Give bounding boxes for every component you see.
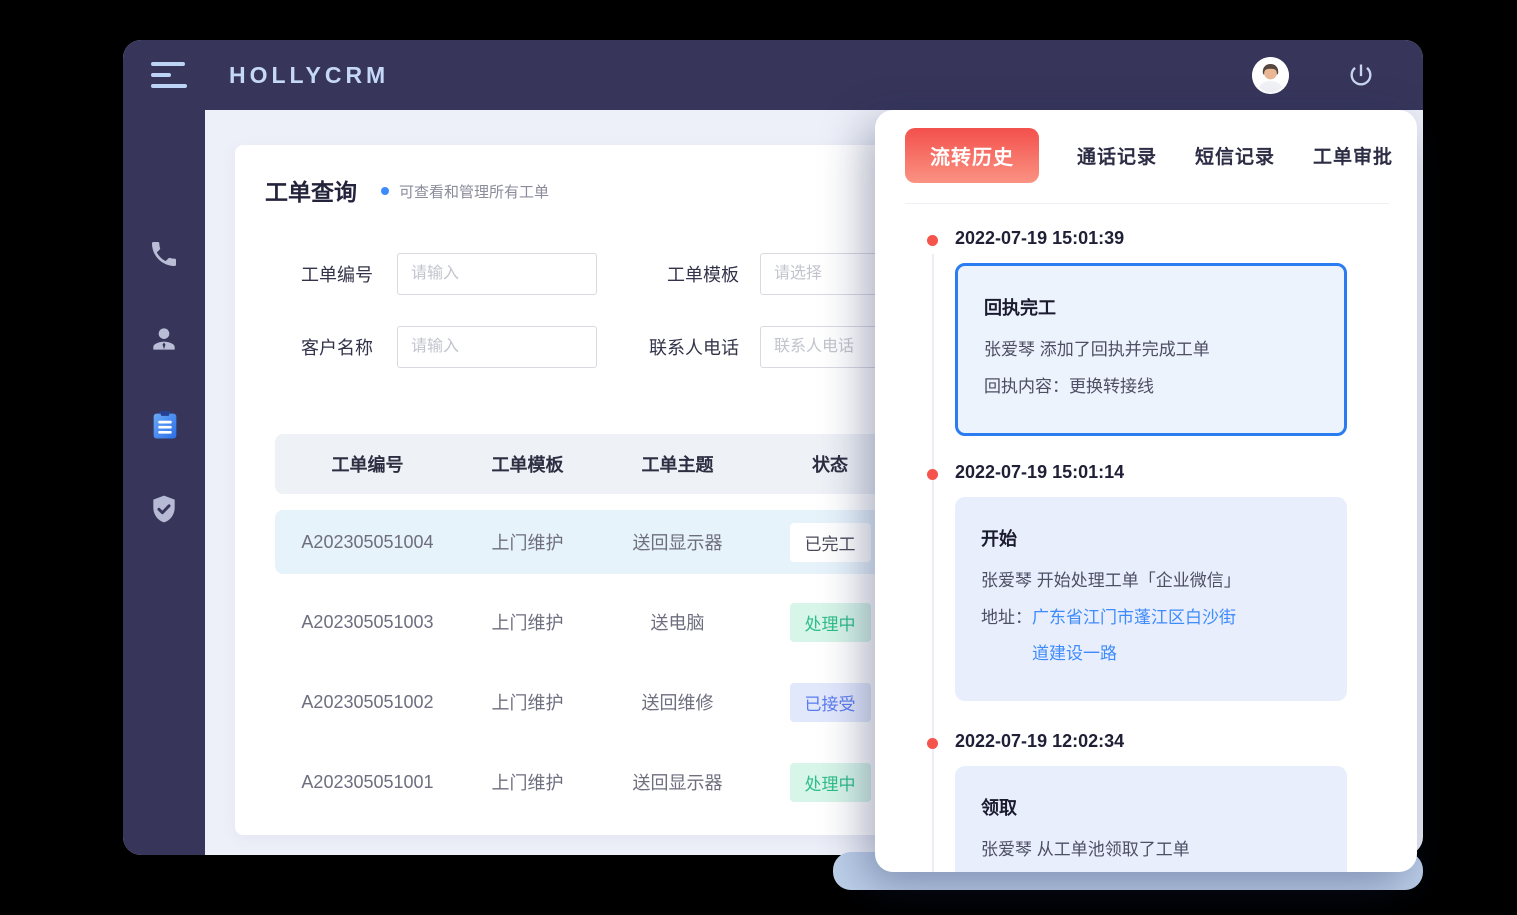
sidebar-item-work-orders[interactable] — [148, 408, 180, 440]
sidebar-item-security[interactable] — [148, 493, 180, 525]
detail-panel: 流转历史 通话记录 短信记录 工单审批 2022-07-19 15:01:39 … — [875, 110, 1417, 872]
tab-order-approval[interactable]: 工单审批 — [1313, 142, 1393, 169]
sidebar — [123, 110, 205, 855]
app-logo: HOLLYCRM — [229, 62, 389, 89]
customer-name-input[interactable] — [397, 326, 597, 368]
menu-icon[interactable] — [151, 55, 189, 95]
sidebar-item-phone[interactable] — [148, 238, 180, 270]
cell-subject: 送电脑 — [595, 609, 760, 635]
sidebar-item-customers[interactable] — [148, 323, 180, 355]
panel-tabs: 流转历史 通话记录 短信记录 工单审批 — [875, 110, 1417, 183]
timeline: 2022-07-19 15:01:39 回执完工 张爱琴 添加了回执并完成工单 … — [875, 204, 1417, 872]
timeline-timestamp: 2022-07-19 12:02:34 — [955, 731, 1381, 752]
cell-order-id: A202305051001 — [275, 772, 460, 793]
filter-label: 客户名称 — [283, 334, 373, 360]
timeline-card-text: 回执内容：更换转接线 — [984, 369, 1318, 406]
timeline-card-text: 张爱琴 添加了回执并完成工单 — [984, 332, 1318, 369]
filter-customer-name: 客户名称 — [283, 326, 597, 368]
order-id-input[interactable] — [397, 253, 597, 295]
timeline-entry: 2022-07-19 15:01:39 回执完工 张爱琴 添加了回执并完成工单 … — [955, 228, 1381, 436]
filter-order-id: 工单编号 — [283, 253, 597, 295]
subtitle-dot-icon — [381, 187, 389, 195]
timeline-card-title: 回执完工 — [984, 294, 1318, 320]
timeline-card-text: 张爱琴 开始处理工单「企业微信」 — [981, 563, 1321, 600]
status-badge: 已完工 — [790, 523, 871, 562]
timeline-line — [932, 254, 934, 872]
phone-icon — [148, 238, 180, 270]
timeline-card-title: 领取 — [981, 794, 1321, 820]
app-header: HOLLYCRM — [123, 40, 1423, 110]
timeline-dot-icon — [927, 469, 938, 480]
filter-label: 工单模板 — [647, 261, 739, 287]
shield-check-icon — [148, 493, 180, 525]
user-icon — [148, 323, 180, 355]
filter-label: 联系人电话 — [647, 334, 739, 360]
power-icon[interactable] — [1347, 61, 1375, 89]
timeline-card-completed[interactable]: 回执完工 张爱琴 添加了回执并完成工单 回执内容：更换转接线 — [955, 263, 1347, 436]
col-header-template: 工单模板 — [460, 451, 595, 477]
tab-circulation-history[interactable]: 流转历史 — [905, 128, 1039, 183]
timeline-entry: 2022-07-19 15:01:14 开始 张爱琴 开始处理工单「企业微信」 … — [955, 462, 1381, 701]
cell-subject: 送回显示器 — [595, 769, 760, 795]
cell-template: 上门维护 — [460, 529, 595, 555]
timeline-entry: 2022-07-19 12:02:34 领取 张爱琴 从工单池领取了工单 — [955, 731, 1381, 872]
page-title: 工单查询 — [265, 173, 357, 207]
status-badge: 处理中 — [790, 763, 871, 802]
cell-template: 上门维护 — [460, 609, 595, 635]
address-label: 地址： — [981, 600, 1032, 673]
tab-call-records[interactable]: 通话记录 — [1077, 142, 1157, 169]
cell-order-id: A202305051003 — [275, 612, 460, 633]
col-header-order-id: 工单编号 — [275, 451, 460, 477]
cell-subject: 送回维修 — [595, 689, 760, 715]
screenshot-stage: HOLLYCRM — [0, 0, 1517, 915]
tab-sms-records[interactable]: 短信记录 — [1195, 142, 1275, 169]
col-header-subject: 工单主题 — [595, 451, 760, 477]
status-badge: 已接受 — [790, 683, 871, 722]
clipboard-icon — [148, 408, 182, 442]
timeline-timestamp: 2022-07-19 15:01:39 — [955, 228, 1381, 249]
cell-template: 上门维护 — [460, 769, 595, 795]
cell-order-id: A202305051002 — [275, 692, 460, 713]
timeline-card-claimed[interactable]: 领取 张爱琴 从工单池领取了工单 — [955, 766, 1347, 872]
page-subtitle: 可查看和管理所有工单 — [399, 181, 549, 202]
cell-template: 上门维护 — [460, 689, 595, 715]
status-badge: 处理中 — [790, 603, 871, 642]
timeline-card-title: 开始 — [981, 525, 1321, 551]
address-link[interactable]: 广东省江门市蓬江区白沙街道建设一路 — [1032, 600, 1244, 673]
cell-subject: 送回显示器 — [595, 529, 760, 555]
cell-order-id: A202305051004 — [275, 532, 460, 553]
timeline-dot-icon — [927, 235, 938, 246]
filter-label: 工单编号 — [283, 261, 373, 287]
timeline-card-text: 张爱琴 从工单池领取了工单 — [981, 832, 1321, 869]
user-avatar[interactable] — [1252, 57, 1289, 94]
timeline-card-start[interactable]: 开始 张爱琴 开始处理工单「企业微信」 地址： 广东省江门市蓬江区白沙街道建设一… — [955, 497, 1347, 701]
timeline-timestamp: 2022-07-19 15:01:14 — [955, 462, 1381, 483]
timeline-dot-icon — [927, 738, 938, 749]
